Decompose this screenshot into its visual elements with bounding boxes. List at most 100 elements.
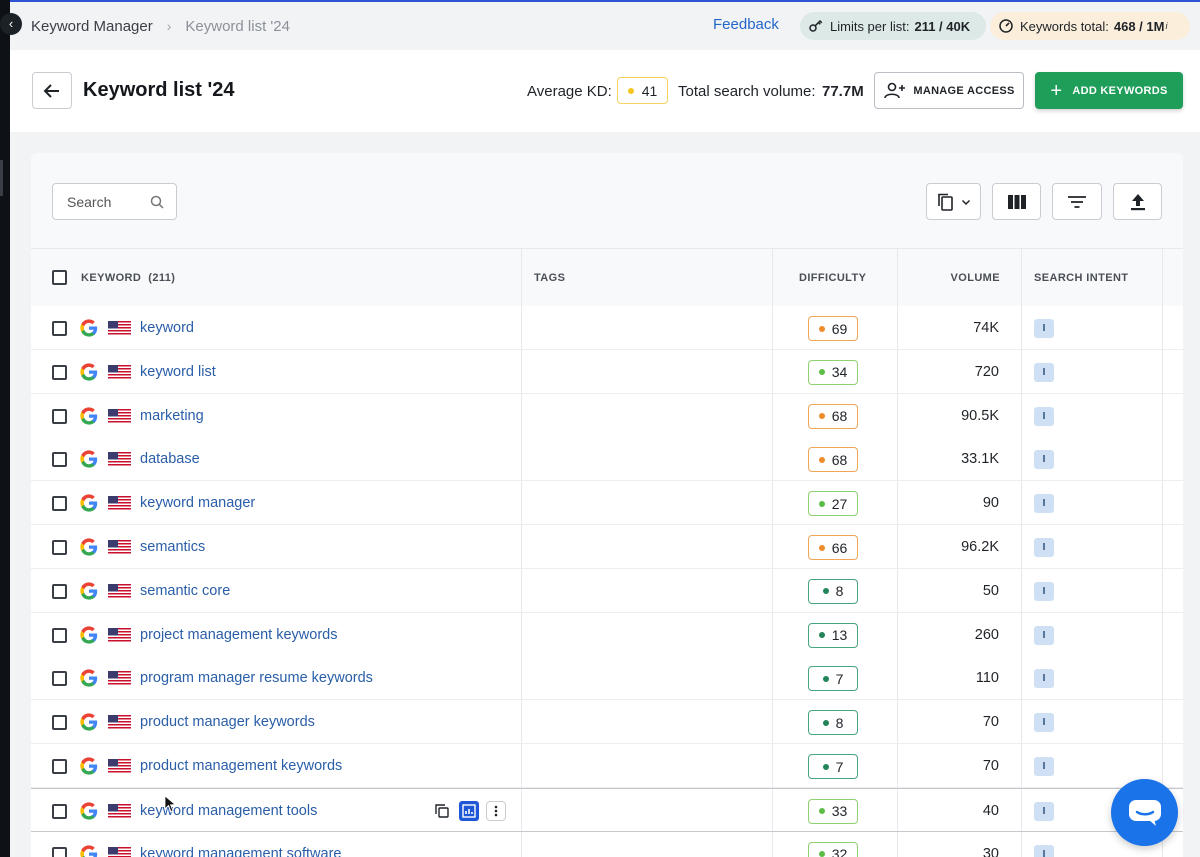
volume-value: 33.1K [961,451,999,468]
volume-value: 50 [982,582,999,599]
column-divider [521,306,522,349]
table-row[interactable]: semantics 66 96.2K I [31,525,1183,569]
row-checkbox[interactable] [52,759,67,774]
table-row[interactable]: product management keywords 7 70 I [31,744,1183,788]
keyword-link[interactable]: semantics [140,539,205,555]
keyword-link[interactable]: project management keywords [140,627,337,643]
column-divider [897,437,898,481]
back-button[interactable] [32,72,72,109]
table-row[interactable]: semantic core 8 50 I [31,568,1183,613]
table-row[interactable]: keyword management software 32 30 I [31,831,1183,857]
keyword-link[interactable]: keyword manager [140,495,255,511]
columns-button[interactable] [992,183,1041,220]
volume-value: 90.5K [961,407,999,424]
info-icon[interactable]: i [1165,21,1167,31]
sidebar-collapse-button[interactable]: ‹ [0,13,22,35]
search-intent-badge: I [1034,669,1054,689]
column-header-search-intent[interactable]: SEARCH INTENT [1034,249,1128,307]
keyword-link[interactable]: keyword [140,320,194,336]
table-row[interactable]: program manager resume keywords 7 110 I [31,656,1183,701]
row-checkbox[interactable] [52,408,67,424]
column-header-tags[interactable]: TAGS [534,249,565,307]
us-flag-icon [108,583,131,599]
add-keywords-button[interactable]: + ADD KEYWORDS [1035,72,1183,109]
table-row[interactable]: project management keywords 13 260 I [31,612,1183,657]
us-flag-icon [108,627,131,643]
column-divider [897,306,898,349]
keyword-link[interactable]: keyword management software [140,846,342,857]
google-icon [80,844,98,857]
kd-dot-icon [822,675,829,682]
column-divider [521,481,522,525]
keyword-link[interactable]: product manager keywords [140,714,315,730]
column-header-difficulty[interactable]: DIFFICULTY [799,249,866,307]
column-divider [1162,306,1163,349]
kd-dot-icon [818,413,825,420]
keyword-link[interactable]: keyword list [140,364,216,380]
keyword-link[interactable]: semantic core [140,583,230,599]
row-checkbox[interactable] [52,540,67,555]
column-divider [1162,700,1163,744]
kd-dot-icon [818,456,825,463]
export-button[interactable] [1113,183,1162,220]
manage-access-button[interactable]: MANAGE ACCESS [874,72,1024,109]
google-icon [80,450,98,468]
difficulty-value: 69 [831,320,848,337]
column-header-keyword[interactable]: KEYWORD (211) [81,249,175,307]
search-input[interactable]: Search [52,183,177,220]
row-checkbox[interactable] [52,803,67,819]
more-options-icon[interactable] [486,800,506,821]
kd-dot-icon [818,808,825,815]
table-row[interactable]: keyword list 34 720 I [31,349,1183,394]
chevron-down-icon [961,199,970,205]
keyword-link[interactable]: product management keywords [140,758,342,774]
table-row[interactable]: database 68 33.1K I [31,437,1183,482]
row-checkbox[interactable] [52,583,67,599]
copy-icon[interactable] [432,801,452,821]
column-divider [521,612,522,656]
limits-value: 211 / 40K [914,18,971,34]
columns-icon [1007,194,1026,209]
table-row[interactable]: product manager keywords 8 70 I [31,700,1183,745]
filter-button[interactable] [1052,183,1102,220]
google-icon [80,319,98,337]
column-divider [1162,349,1163,393]
keyword-link[interactable]: program manager resume keywords [140,670,373,686]
row-checkbox[interactable] [52,671,67,687]
column-divider [1162,568,1163,612]
chat-support-button[interactable] [1111,779,1178,846]
copy-dropdown-button[interactable] [926,183,981,220]
column-divider [521,525,522,568]
breadcrumb-keyword-manager[interactable]: Keyword Manager [31,18,153,35]
volume-value: 90 [982,495,999,512]
table-row[interactable]: marketing 68 90.5K I [31,393,1183,438]
table-row[interactable]: keyword manager 27 90 I [31,481,1183,526]
row-checkbox[interactable] [52,496,67,512]
column-divider [1021,437,1022,481]
keyword-link[interactable]: marketing [140,408,204,424]
column-divider [1021,656,1022,700]
feedback-link[interactable]: Feedback [713,16,779,33]
table-row[interactable]: keyword management tools 33 40 I [31,787,1183,832]
column-divider [897,393,898,437]
column-divider [521,788,522,831]
keyword-link[interactable]: database [140,451,200,467]
chevron-right-icon: › [166,18,172,34]
column-header-volume[interactable]: VOLUME [951,249,1000,307]
select-all-checkbox[interactable] [52,270,67,285]
row-checkbox[interactable] [52,364,67,380]
difficulty-value: 7 [835,758,844,775]
export-icon [1130,193,1145,210]
table-row[interactable]: keyword 69 74K I [31,306,1183,350]
us-flag-icon [108,496,131,512]
sidebar-tab[interactable] [0,160,3,196]
row-checkbox[interactable] [52,627,67,643]
column-divider [897,700,898,744]
add-to-analysis-icon[interactable] [459,800,479,821]
row-checkbox[interactable] [52,321,67,336]
column-divider [772,788,773,831]
row-checkbox[interactable] [52,452,67,468]
row-checkbox[interactable] [52,715,67,731]
difficulty-value: 27 [831,495,848,512]
row-checkbox[interactable] [52,846,67,857]
